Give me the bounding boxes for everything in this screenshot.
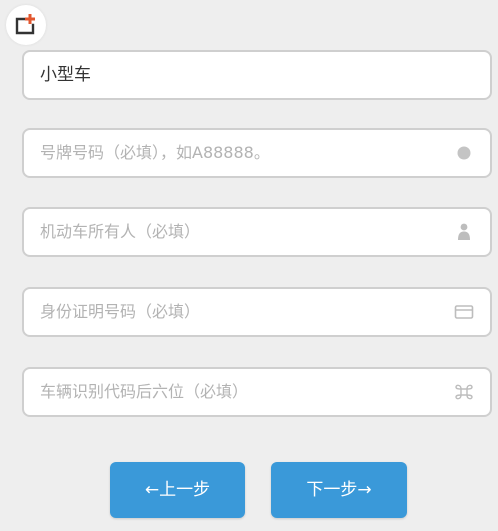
plate-number-input[interactable]: 号牌号码（必填），如A88888。 (22, 128, 492, 178)
circle-dot-icon (457, 146, 471, 160)
next-step-button[interactable]: 下一步→ (271, 462, 407, 518)
vehicle-type-select[interactable]: 小型车 (22, 50, 492, 100)
plate-number-placeholder: 号牌号码（必填），如A88888。 (40, 143, 270, 162)
id-card-icon (454, 305, 474, 319)
prev-step-button[interactable]: ←上一步 (110, 462, 245, 518)
vehicle-owner-placeholder: 机动车所有人（必填） (40, 222, 201, 241)
person-icon (458, 223, 470, 240)
id-number-placeholder: 身份证明号码（必填） (40, 302, 201, 321)
vehicle-owner-input[interactable]: 机动车所有人（必填） (22, 207, 492, 257)
command-key-icon (455, 384, 473, 400)
app-logo (6, 5, 46, 45)
logo-icon (15, 14, 35, 35)
vin-last-six-input[interactable]: 车辆识别代码后六位（必填） (22, 367, 492, 417)
vin-last-six-placeholder: 车辆识别代码后六位（必填） (40, 382, 249, 401)
id-number-input[interactable]: 身份证明号码（必填） (22, 287, 492, 337)
vehicle-type-value: 小型车 (40, 65, 91, 85)
